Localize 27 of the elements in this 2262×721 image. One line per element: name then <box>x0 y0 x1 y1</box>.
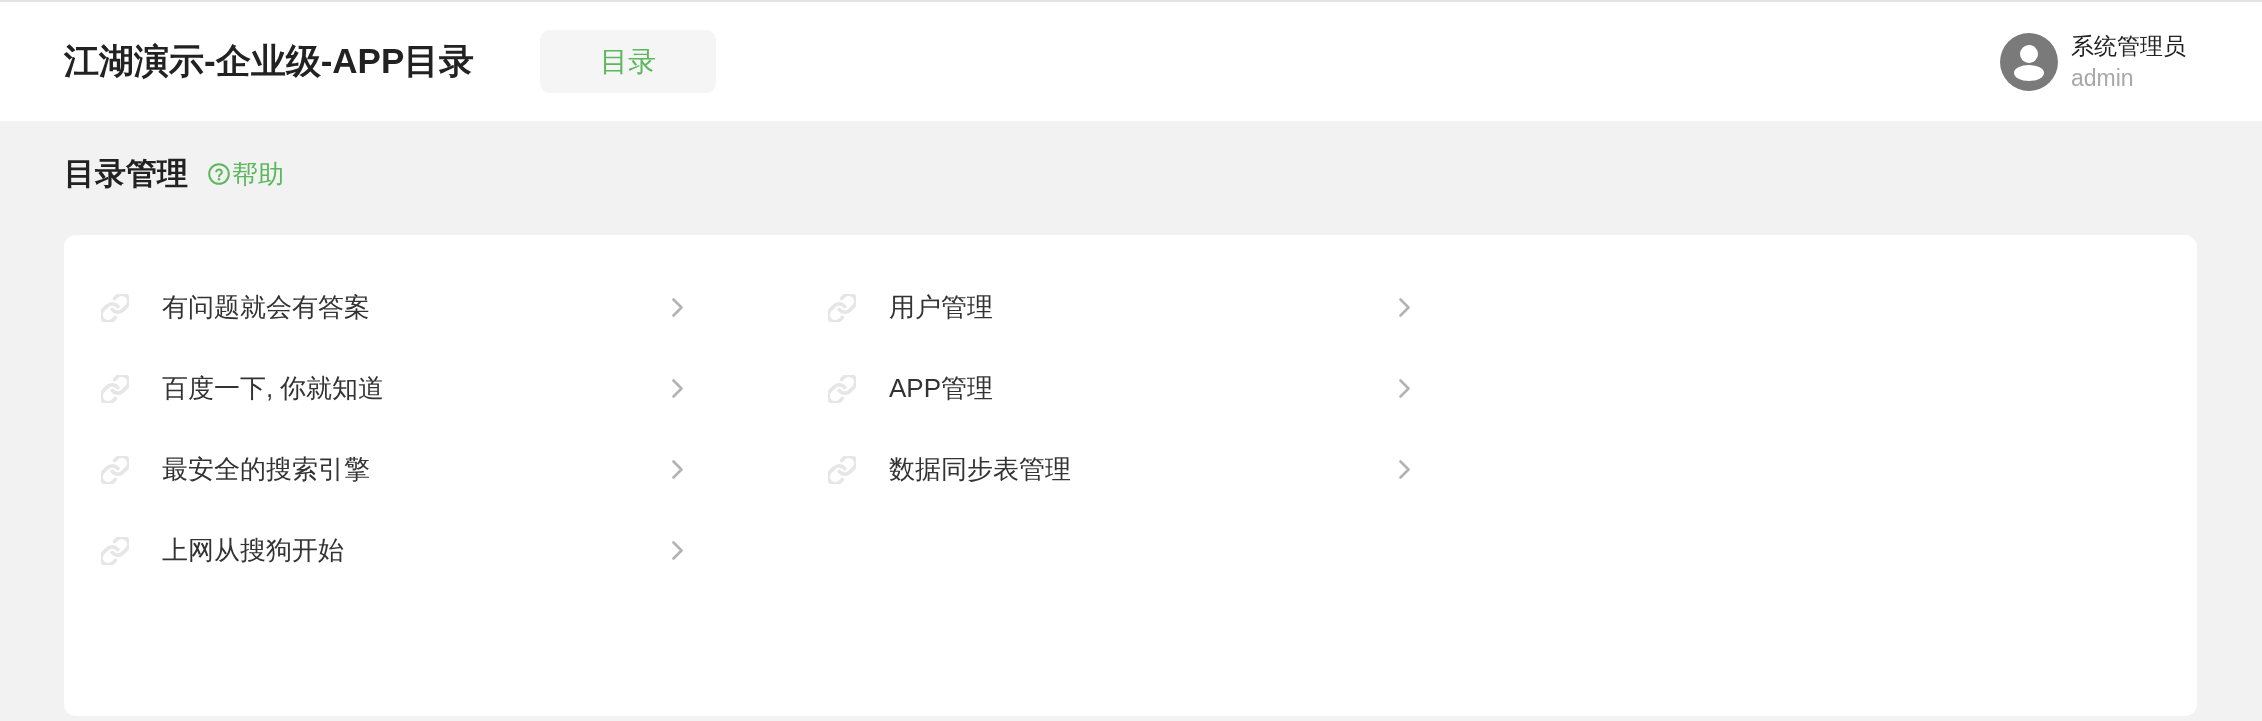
avatar-icon <box>2000 32 2058 91</box>
link-icon <box>101 293 129 322</box>
user-name: 系统管理员 <box>2071 31 2186 61</box>
directory-link[interactable]: 有问题就会有答案 <box>162 290 370 325</box>
link-icon <box>828 293 856 322</box>
directory-link[interactable]: 用户管理 <box>889 290 993 325</box>
link-icon <box>828 455 856 484</box>
chevron-right-icon <box>672 379 683 398</box>
directory-link[interactable]: 百度一下, 你就知道 <box>162 371 385 406</box>
chevron-right-icon <box>1399 460 1410 479</box>
link-icon <box>101 455 129 484</box>
directory-link[interactable]: 上网从搜狗开始 <box>162 533 344 568</box>
link-icon <box>101 536 129 565</box>
app-title: 江湖演示-企业级-APP目录 <box>64 40 475 82</box>
page-title: 目录管理 <box>64 155 188 193</box>
chevron-right-icon <box>672 460 683 479</box>
chevron-right-icon <box>1399 379 1410 398</box>
link-icon <box>101 374 129 403</box>
help-icon <box>208 163 230 185</box>
directory-link[interactable]: 最安全的搜索引擎 <box>162 452 370 487</box>
directory-link[interactable]: 数据同步表管理 <box>889 452 1071 487</box>
user-account: admin <box>2071 63 2135 93</box>
link-icon <box>828 374 856 403</box>
chevron-right-icon <box>1399 298 1410 317</box>
directory-link[interactable]: APP管理 <box>889 371 994 406</box>
chevron-right-icon <box>672 541 683 560</box>
chevron-right-icon <box>672 298 683 317</box>
